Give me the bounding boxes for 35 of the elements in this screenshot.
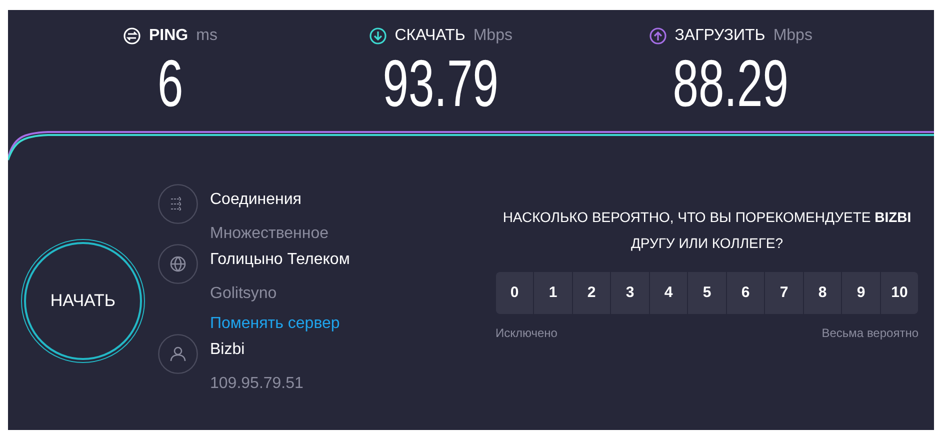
- connections-icon: [158, 184, 198, 224]
- rating-option[interactable]: 0: [496, 272, 534, 314]
- info-subtitle: Golitsyno: [210, 284, 278, 304]
- survey-question: НАСКОЛЬКО ВЕРОЯТНО, ЧТО ВЫ ПОРЕКОМЕНДУЕТЕ BIZBI ДРУГУ ИЛИ КОЛЛЕГЕ?: [502, 208, 912, 253]
- metric-unit: Mbps: [473, 26, 512, 46]
- metric-label: PING: [149, 26, 188, 46]
- scale-low-label: Исключено: [496, 325, 558, 342]
- metric-value: 6: [157, 50, 184, 116]
- rating-option[interactable]: 5: [688, 272, 726, 314]
- info-title: Голицыно Телеком: [210, 250, 350, 270]
- scale-high-label: Весьма вероятно: [822, 325, 918, 342]
- user-icon: [158, 334, 198, 374]
- metric-unit: ms: [196, 26, 218, 46]
- info-title: Соединения: [210, 190, 302, 210]
- info-subtitle: 109.95.79.51: [210, 374, 304, 394]
- rating-option[interactable]: 7: [765, 272, 803, 314]
- info-title: Bizbi: [210, 340, 246, 360]
- metric-unit: Mbps: [773, 26, 812, 46]
- ping-icon: [123, 27, 141, 45]
- metric-label: СКАЧАТЬ: [394, 26, 466, 46]
- rating-option[interactable]: 3: [611, 272, 649, 314]
- globe-icon: [158, 244, 198, 284]
- rating-option[interactable]: 8: [804, 272, 842, 314]
- rating-option[interactable]: 1: [534, 272, 572, 314]
- rating-option[interactable]: 4: [650, 272, 688, 314]
- metric-value: 88.29: [672, 50, 788, 116]
- rating-option[interactable]: 10: [880, 272, 918, 314]
- info-subtitle: Множественное: [210, 224, 328, 244]
- rating-option[interactable]: 6: [726, 272, 764, 314]
- metric-label: ЗАГРУЗИТЬ: [674, 26, 766, 46]
- metric-value: 93.79: [382, 50, 498, 116]
- start-button[interactable]: НАЧАТЬ: [24, 242, 142, 360]
- change-server-link[interactable]: Поменять сервер: [210, 314, 350, 334]
- rating-option[interactable]: 2: [572, 272, 610, 314]
- rating-option[interactable]: 9: [842, 272, 880, 314]
